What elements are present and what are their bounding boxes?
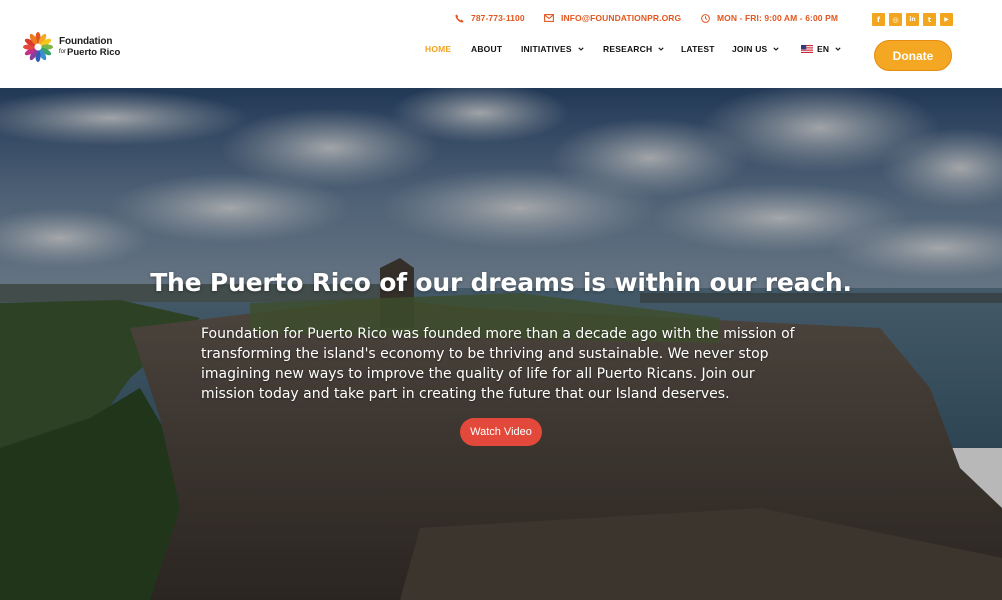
nav-item-about[interactable]: ABOUT xyxy=(471,44,502,54)
nav-label: INITIATIVES xyxy=(521,44,572,54)
phone-number: 787-773-1100 xyxy=(471,13,525,23)
nav-label: JOIN US xyxy=(732,44,768,54)
nav-item-initiatives[interactable]: INITIATIVES xyxy=(521,44,584,54)
instagram-icon[interactable]: ◎ xyxy=(889,13,902,26)
language-switcher[interactable]: EN xyxy=(801,44,841,54)
chevron-down-icon xyxy=(578,47,584,51)
hero-description: Foundation for Puerto Rico was founded m… xyxy=(201,326,795,402)
chevron-down-icon xyxy=(835,47,841,51)
office-hours: MON - FRI: 9:00 AM - 6:00 PM xyxy=(701,13,838,23)
nav-item-join-us[interactable]: JOIN US xyxy=(732,44,780,54)
youtube-icon[interactable]: ▶ xyxy=(940,13,953,26)
email-link[interactable]: INFO@FOUNDATIONPR.ORG xyxy=(544,13,681,23)
phone-link[interactable]: 787-773-1100 xyxy=(455,13,525,23)
nav-label: HOME xyxy=(425,44,452,54)
social-links: f ◎ in t ▶ xyxy=(872,13,957,26)
facebook-icon[interactable]: f xyxy=(872,13,885,26)
watch-video-button[interactable]: Watch Video xyxy=(460,418,542,446)
email-address: INFO@FOUNDATIONPR.ORG xyxy=(561,13,682,23)
phone-icon xyxy=(455,13,464,23)
nav-label: LATEST xyxy=(681,44,715,54)
nav-item-home[interactable]: HOME xyxy=(425,44,451,54)
nav-item-latest[interactable]: LATEST xyxy=(681,44,715,54)
language-label: EN xyxy=(817,44,830,54)
linkedin-icon[interactable]: in xyxy=(906,13,919,26)
nav-label: RESEARCH xyxy=(603,44,653,54)
donate-button[interactable]: Donate xyxy=(874,40,952,71)
twitter-icon[interactable]: t xyxy=(923,13,936,26)
chevron-down-icon xyxy=(658,47,664,51)
hero-section: The Puerto Rico of our dreams is within … xyxy=(0,88,1002,600)
envelope-icon xyxy=(544,14,554,22)
site-header: Foundation forPuerto Rico 787-773-1100 I… xyxy=(0,0,1002,88)
hours-text: MON - FRI: 9:00 AM - 6:00 PM xyxy=(717,13,839,23)
us-flag-icon xyxy=(801,45,813,53)
clock-icon xyxy=(701,13,710,23)
chevron-down-icon xyxy=(773,47,780,51)
top-contact-bar: 787-773-1100 INFO@FOUNDATIONPR.ORG MON -… xyxy=(0,13,1002,27)
hero-title: The Puerto Rico of our dreams is within … xyxy=(150,268,852,297)
nav-label: ABOUT xyxy=(471,44,503,54)
nav-item-research[interactable]: RESEARCH xyxy=(603,44,664,54)
main-nav: HOME ABOUT INITIATIVES RESEARCH LATEST J… xyxy=(0,44,1002,58)
